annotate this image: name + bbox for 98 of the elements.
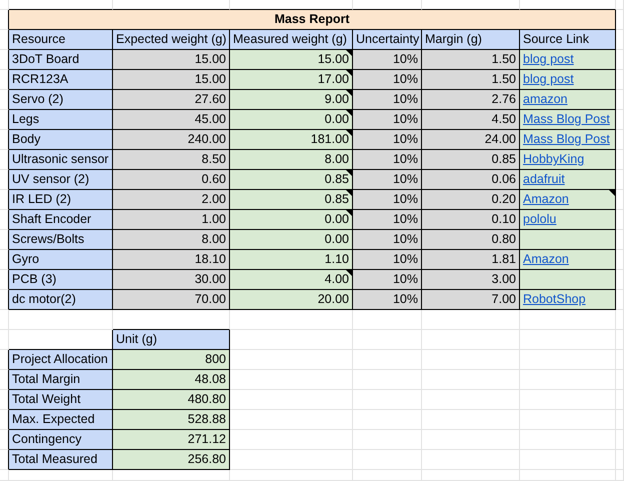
empty-cell: [0, 0, 9, 10]
table-cell: 70.00: [113, 290, 230, 310]
table-cell: 3DoT Board: [9, 50, 113, 70]
table-cell: 528.88: [113, 410, 230, 430]
empty-cell: [353, 450, 422, 470]
table-cell: 10%: [353, 170, 422, 190]
table-cell: 10%: [353, 130, 422, 150]
table-cell: 17.00: [230, 70, 353, 90]
table-cell: Total Measured: [9, 450, 113, 470]
table-cell: 1.81: [422, 250, 520, 270]
table-cell: Contingency: [9, 430, 113, 450]
table-cell: IR LED (2): [9, 190, 113, 210]
table-cell: 8.00: [113, 230, 230, 250]
column-header: Source Link: [520, 30, 616, 50]
table-cell: 2.76: [422, 90, 520, 110]
table-cell: 10%: [353, 50, 422, 70]
table-cell: 271.12: [113, 430, 230, 450]
column-header: Resource: [9, 30, 113, 50]
table-cell: 181.00: [230, 130, 353, 150]
table-cell: 240.00: [113, 130, 230, 150]
table-cell: Project Allocation: [9, 350, 113, 370]
table-cell: 45.00: [113, 110, 230, 130]
table-cell: 10%: [353, 230, 422, 250]
table-cell: 0.80: [422, 230, 520, 250]
column-header: Unit (g): [113, 330, 230, 350]
table-cell: 0.20: [422, 190, 520, 210]
table-cell: 4.00: [230, 270, 353, 290]
empty-cell: [353, 350, 422, 370]
table-cell: 10%: [353, 90, 422, 110]
table-cell: Total Weight: [9, 390, 113, 410]
table-cell: 24.00: [422, 130, 520, 150]
empty-cell: [0, 310, 9, 330]
empty-cell: [0, 330, 9, 350]
table-cell: 256.80: [113, 450, 230, 470]
table-cell: Legs: [9, 110, 113, 130]
empty-cell: [353, 410, 422, 430]
table-cell: UV sensor (2): [9, 170, 113, 190]
table-cell: 0.00: [230, 210, 353, 230]
table-cell: 1.00: [113, 210, 230, 230]
report-title: Mass Report: [9, 10, 616, 30]
table-cell: PCB (3): [9, 270, 113, 290]
table-cell: 8.50: [113, 150, 230, 170]
column-header: Expected weight (g): [113, 30, 230, 50]
table-cell: Body: [9, 130, 113, 150]
table-cell: 0.10: [422, 210, 520, 230]
table-cell: 0.00: [230, 230, 353, 250]
table-cell: 0.85: [230, 170, 353, 190]
empty-cell: [353, 310, 422, 330]
table-cell: 0.60: [113, 170, 230, 190]
table-cell: 8.00: [230, 150, 353, 170]
table-cell: 10%: [353, 70, 422, 90]
table-cell: 20.00: [230, 290, 353, 310]
table-cell: dc motor(2): [9, 290, 113, 310]
table-cell: 10%: [353, 110, 422, 130]
empty-cell: [353, 330, 422, 350]
empty-cell: [353, 370, 422, 390]
table-cell: 10%: [353, 150, 422, 170]
table-cell: Total Margin: [9, 370, 113, 390]
table-cell: 10%: [353, 210, 422, 230]
table-cell: Gyro: [9, 250, 113, 270]
table-cell: Servo (2): [9, 90, 113, 110]
table-cell: 1.10: [230, 250, 353, 270]
table-cell: 10%: [353, 250, 422, 270]
table-cell: 15.00: [113, 50, 230, 70]
table-cell: 7.00: [422, 290, 520, 310]
table-cell: RCR123A: [9, 70, 113, 90]
table-cell: 30.00: [113, 270, 230, 290]
table-cell: 0.06: [422, 170, 520, 190]
table-cell: Ultrasonic sensor: [9, 150, 113, 170]
table-cell: 10%: [353, 290, 422, 310]
column-header: Uncertainty: [353, 30, 422, 50]
table-cell: 10%: [353, 270, 422, 290]
table-cell: 1.50: [422, 50, 520, 70]
column-header: Margin (g): [422, 30, 520, 50]
table-cell: 480.80: [113, 390, 230, 410]
table-cell: 18.10: [113, 250, 230, 270]
table-cell: 800: [113, 350, 230, 370]
table-cell: 0.85: [422, 150, 520, 170]
empty-cell: [353, 430, 422, 450]
table-cell: 10%: [353, 190, 422, 210]
column-header: Measured weight (g): [230, 30, 353, 50]
table-cell: 3.00: [422, 270, 520, 290]
table-cell: 0.00: [230, 110, 353, 130]
table-cell: Max. Expected: [9, 410, 113, 430]
table-cell: 48.08: [113, 370, 230, 390]
table-cell: Shaft Encoder: [9, 210, 113, 230]
table-cell: 15.00: [113, 70, 230, 90]
table-cell: 0.85: [230, 190, 353, 210]
empty-cell: [0, 470, 9, 481]
table-cell: Screws/Bolts: [9, 230, 113, 250]
empty-cell: [353, 470, 422, 481]
table-cell: 15.00: [230, 50, 353, 70]
table-cell: 9.00: [230, 90, 353, 110]
table-cell: 27.60: [113, 90, 230, 110]
empty-cell: [353, 390, 422, 410]
table-cell: 1.50: [422, 70, 520, 90]
table-cell: 2.00: [113, 190, 230, 210]
table-cell: 4.50: [422, 110, 520, 130]
